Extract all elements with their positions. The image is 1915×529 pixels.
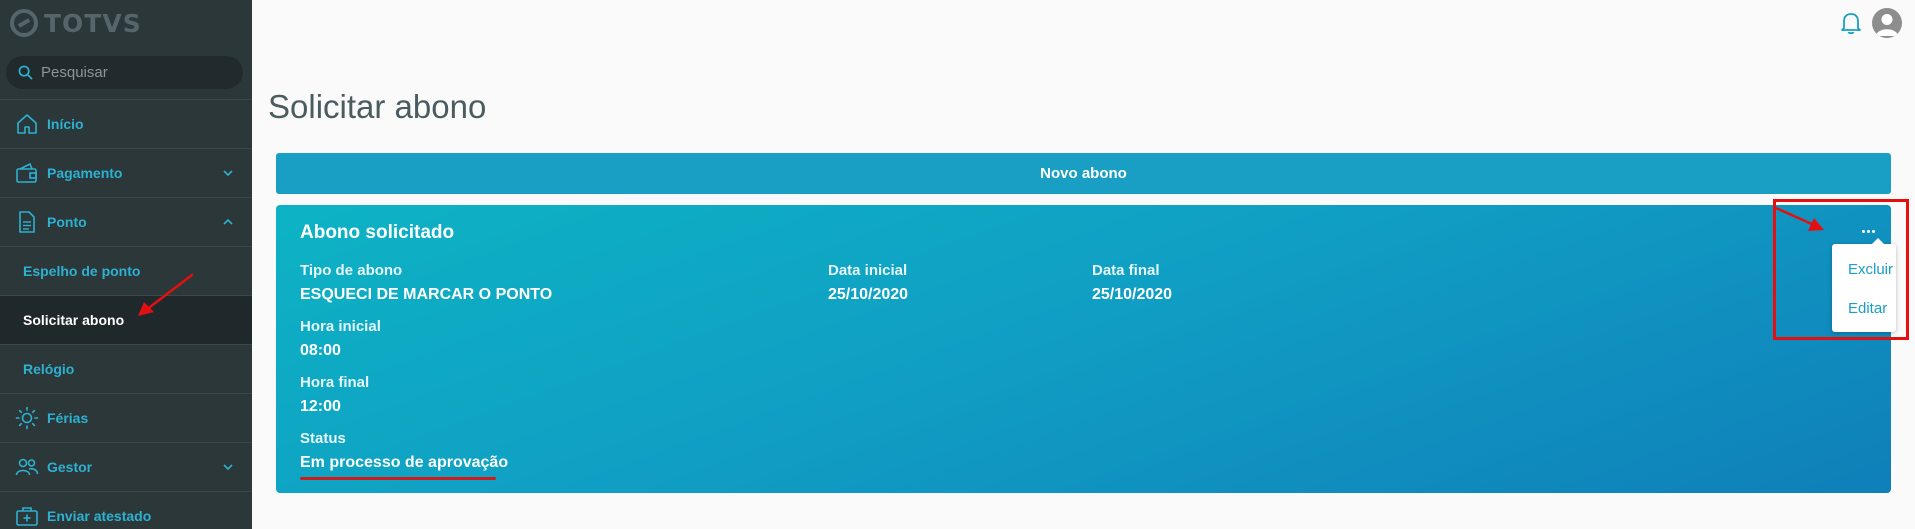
tipo-abono-label: Tipo de abono bbox=[300, 262, 403, 279]
wallet-icon bbox=[14, 160, 40, 186]
search-input[interactable] bbox=[41, 64, 231, 81]
sidebar-item-label: Enviar atestado bbox=[47, 508, 152, 524]
sidebar-subitem-relogio[interactable]: Relógio bbox=[0, 344, 252, 393]
sidebar-item-label: Gestor bbox=[47, 459, 93, 475]
page-title: Solicitar abono bbox=[268, 88, 487, 125]
user-avatar[interactable] bbox=[1872, 8, 1902, 38]
data-final-label: Data final bbox=[1092, 262, 1160, 279]
sidebar-item-pagamento[interactable]: Pagamento bbox=[0, 148, 252, 197]
sidebar: TOTVS Início Pagamento Ponto Espelho de … bbox=[0, 0, 252, 529]
sun-icon bbox=[14, 405, 40, 431]
sidebar-subitem-solicitar-abono[interactable]: Solicitar abono bbox=[0, 295, 252, 344]
medical-kit-icon bbox=[14, 503, 40, 529]
data-final-value: 25/10/2020 bbox=[1092, 286, 1173, 303]
sidebar-nav: Início Pagamento Ponto Espelho de ponto … bbox=[0, 99, 252, 529]
sidebar-item-label: Ponto bbox=[47, 214, 87, 230]
card-title: Abono solicitado bbox=[300, 222, 455, 243]
users-icon bbox=[14, 454, 40, 480]
user-icon bbox=[1876, 14, 1898, 36]
search-icon bbox=[18, 65, 33, 80]
totvs-logo-icon bbox=[10, 9, 38, 37]
hora-inicial-label: Hora inicial bbox=[300, 318, 381, 335]
sidebar-item-label: Pagamento bbox=[47, 165, 123, 181]
sidebar-subitem-espelho-de-ponto[interactable]: Espelho de ponto bbox=[0, 246, 252, 295]
brand-name: TOTVS bbox=[44, 8, 142, 38]
document-icon bbox=[14, 209, 40, 235]
sidebar-item-ponto[interactable]: Ponto bbox=[0, 197, 252, 246]
chevron-up-icon bbox=[223, 218, 233, 225]
status-annotation-underline bbox=[300, 477, 496, 480]
abono-card: Abono solicitado Tipo de abono ESQUECI D… bbox=[276, 205, 1891, 493]
totvs-logo: TOTVS bbox=[10, 6, 142, 40]
tipo-abono-value: ESQUECI DE MARCAR O PONTO bbox=[300, 286, 553, 303]
chevron-down-icon bbox=[223, 170, 233, 177]
sidebar-item-label: Início bbox=[47, 116, 84, 132]
data-inicial-value: 25/10/2020 bbox=[828, 286, 909, 303]
notification-bell-icon[interactable] bbox=[1840, 11, 1862, 35]
sidebar-item-enviar-atestado[interactable]: Enviar atestado bbox=[0, 491, 252, 529]
novo-abono-button[interactable]: Novo abono bbox=[276, 153, 1891, 194]
status-value: Em processo de aprovação bbox=[300, 454, 509, 471]
hora-inicial-value: 08:00 bbox=[300, 342, 341, 359]
sidebar-item-inicio[interactable]: Início bbox=[0, 99, 252, 148]
annotation-highlight-box bbox=[1773, 199, 1909, 340]
sidebar-item-gestor[interactable]: Gestor bbox=[0, 442, 252, 491]
chevron-down-icon bbox=[223, 464, 233, 471]
search-box[interactable] bbox=[6, 56, 243, 89]
hora-final-value: 12:00 bbox=[300, 398, 341, 415]
data-inicial-label: Data inicial bbox=[828, 262, 908, 279]
hora-final-label: Hora final bbox=[300, 374, 370, 391]
home-icon bbox=[14, 111, 40, 137]
status-label: Status bbox=[300, 430, 346, 447]
sidebar-item-ferias[interactable]: Férias bbox=[0, 393, 252, 442]
sidebar-item-label: Férias bbox=[47, 410, 89, 426]
